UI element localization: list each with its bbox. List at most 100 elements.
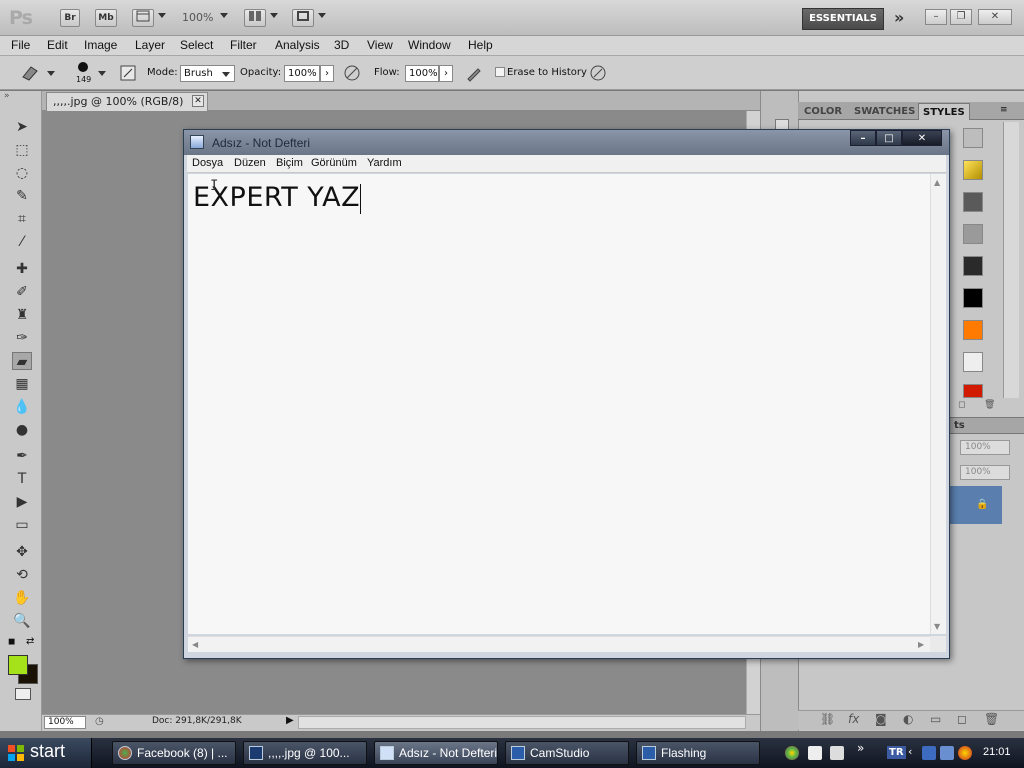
minimize-button[interactable]: – [925, 9, 947, 25]
style-swatch[interactable] [963, 352, 983, 372]
notepad-menu-format[interactable]: Biçim [276, 157, 303, 169]
new-style-icon[interactable]: ◻ [958, 400, 965, 410]
pen-tool-icon[interactable]: ✒ [12, 447, 32, 465]
mini-bridge-button[interactable]: Mb [95, 9, 117, 27]
pressure-opacity-icon[interactable] [342, 63, 362, 83]
restore-button[interactable]: ❐ [950, 9, 972, 25]
3d-camera-tool-icon[interactable]: ⟲ [12, 566, 32, 584]
marquee-tool-icon[interactable]: ⬚ [12, 141, 32, 159]
menu-file[interactable]: File [11, 38, 30, 52]
display-icon[interactable] [940, 746, 954, 760]
notepad-size-grip[interactable] [930, 636, 946, 652]
eraser-tool-icon[interactable]: ▰ [12, 352, 32, 370]
document-tab[interactable]: ,,,,.jpg @ 100% (RGB/8) ✕ [46, 92, 208, 111]
more-workspaces-icon[interactable]: » [894, 8, 904, 27]
scroll-down-icon[interactable]: ▼ [934, 622, 940, 631]
layer-style-icon[interactable]: fx [848, 712, 859, 726]
workspace-essentials-button[interactable]: ESSENTIALS [802, 8, 884, 30]
taskbar-item-flashing[interactable]: Flashing [636, 741, 760, 765]
layers-panel-tab[interactable]: ts [954, 420, 965, 431]
menu-filter[interactable]: Filter [230, 38, 257, 52]
scroll-up-icon[interactable]: ▲ [934, 178, 940, 187]
chevron-left-icon[interactable]: ‹ [908, 745, 912, 758]
chevron-down-icon[interactable] [47, 71, 55, 76]
notepad-horizontal-scrollbar[interactable] [188, 636, 930, 652]
notepad-menu-edit[interactable]: Düzen [234, 157, 266, 169]
foreground-color-swatch[interactable] [8, 655, 28, 675]
opacity-field[interactable]: 100% [284, 65, 320, 82]
notepad-text-area[interactable] [188, 174, 930, 634]
language-indicator[interactable]: TR [887, 746, 906, 759]
network-icon[interactable] [922, 746, 936, 760]
menu-window[interactable]: Window [408, 38, 451, 52]
notepad-minimize-button[interactable]: – [850, 130, 876, 146]
taskbar-item-photoshop[interactable]: ,,,,.jpg @ 100... [243, 741, 367, 765]
bridge-button[interactable]: Br [60, 9, 80, 27]
opacity-slider-button[interactable]: › [320, 65, 334, 82]
tab-styles[interactable]: STYLES [918, 103, 970, 120]
chevron-down-icon[interactable] [98, 71, 106, 76]
paint-icon[interactable] [808, 746, 822, 760]
style-swatch[interactable] [963, 160, 983, 180]
style-swatch[interactable] [963, 288, 983, 308]
clock[interactable]: 21:01 [983, 746, 1011, 758]
path-selection-tool-icon[interactable]: ▶ [12, 493, 32, 511]
notepad-menu-help[interactable]: Yardım [367, 157, 402, 169]
eraser-tool-icon[interactable] [20, 63, 40, 83]
style-swatch[interactable] [963, 224, 983, 244]
menu-edit[interactable]: Edit [47, 38, 68, 52]
menu-3d[interactable]: 3D [334, 38, 349, 52]
status-options-icon[interactable]: ◷ [95, 716, 104, 727]
delete-style-icon[interactable]: 🗑 [984, 400, 995, 410]
notepad-menu-file[interactable]: Dosya [192, 157, 223, 169]
3d-rotate-tool-icon[interactable]: ✥ [12, 543, 32, 561]
scroll-left-icon[interactable]: ◀ [192, 640, 198, 649]
dodge-tool-icon[interactable]: ● [12, 421, 32, 439]
adjustment-layer-icon[interactable]: ◐ [903, 712, 913, 726]
style-swatch[interactable] [963, 320, 983, 340]
styles-scrollbar[interactable] [1003, 122, 1019, 398]
view-extras-button[interactable] [132, 9, 154, 27]
status-zoom-field[interactable]: 100% [44, 716, 86, 729]
taskbar-item-facebook[interactable]: Facebook (8) | ... [112, 741, 236, 765]
canvas-horizontal-scrollbar[interactable] [298, 716, 746, 729]
lasso-tool-icon[interactable]: ◌ [12, 164, 32, 182]
delete-layer-icon[interactable]: 🗑 [984, 712, 999, 726]
history-brush-tool-icon[interactable]: ✑ [12, 329, 32, 347]
eyedropper-tool-icon[interactable]: ⁄ [12, 233, 32, 251]
taskbar-item-camstudio[interactable]: CamStudio [505, 741, 629, 765]
swap-colors-icon[interactable]: ⇄ [26, 636, 34, 647]
start-button[interactable]: start [0, 738, 92, 768]
link-layers-icon[interactable]: ⛓ [820, 712, 835, 726]
close-icon[interactable]: ✕ [192, 95, 204, 107]
clone-stamp-tool-icon[interactable]: ♜ [12, 306, 32, 324]
new-group-icon[interactable]: ▭ [930, 712, 941, 726]
collapse-icon[interactable]: » [4, 91, 10, 101]
chevron-down-icon[interactable] [318, 13, 326, 18]
erase-to-history-checkbox[interactable] [495, 67, 505, 77]
style-swatch[interactable] [963, 256, 983, 276]
opacity-field[interactable]: 100% [960, 440, 1010, 455]
scroll-right-icon[interactable]: ▶ [918, 640, 924, 649]
menu-help[interactable]: Help [468, 38, 493, 52]
arrange-documents-button[interactable] [244, 9, 266, 27]
security-icon[interactable] [958, 746, 972, 760]
flow-slider-button[interactable]: › [439, 65, 453, 82]
chevron-down-icon[interactable] [220, 13, 228, 18]
quick-selection-tool-icon[interactable]: ✎ [12, 187, 32, 205]
tab-color[interactable]: COLOR [800, 103, 846, 120]
airbrush-icon[interactable] [464, 63, 484, 83]
hand-tool-icon[interactable]: ✋ [12, 589, 32, 607]
move-tool-icon[interactable]: ➤ [12, 118, 32, 136]
taskbar-item-notepad[interactable]: Adsız - Not Defteri [374, 741, 498, 765]
brush-tool-icon[interactable]: ✐ [12, 283, 32, 301]
notepad-vertical-scrollbar[interactable] [930, 174, 946, 634]
close-button[interactable]: ✕ [978, 9, 1012, 25]
crop-tool-icon[interactable]: ⌗ [12, 210, 32, 228]
menu-image[interactable]: Image [84, 38, 117, 52]
new-layer-icon[interactable]: ◻ [957, 712, 967, 726]
status-menu-arrow-icon[interactable]: ▶ [286, 715, 294, 726]
tablet-pressure-icon[interactable] [588, 63, 608, 83]
brush-panel-icon[interactable] [118, 63, 138, 83]
tab-swatches[interactable]: SWATCHES [850, 103, 919, 120]
